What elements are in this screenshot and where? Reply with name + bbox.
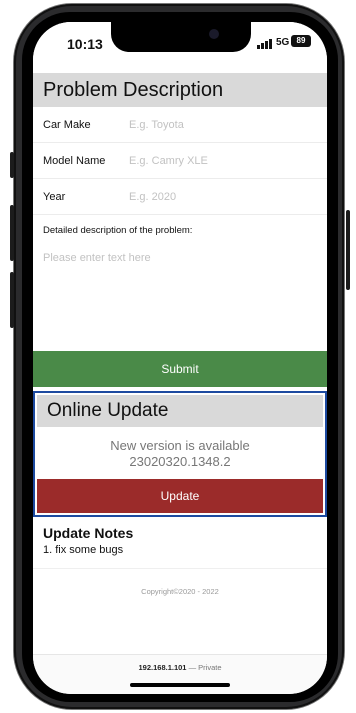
year-row: Year [33,179,327,215]
update-message: New version is available 23020320.1348.2 [37,427,323,479]
model-name-input[interactable] [129,154,327,167]
description-label: Detailed description of the problem: [43,225,193,236]
status-bar: 10:13 5G 89 [33,22,327,70]
description-textarea[interactable] [33,248,327,345]
copyright-text: Copyright©2020 - 2022 [141,587,219,596]
signal-icon [257,39,272,49]
problem-description-header: Problem Description [33,73,327,107]
page-content: Problem Description Car Make Model Name … [33,73,327,596]
browser-address-bar[interactable]: 192.168.1.101 — Private [33,654,327,694]
update-button[interactable]: Update [37,479,323,513]
model-name-label: Model Name [43,154,106,167]
address-privacy: — Private [188,663,222,672]
status-time: 10:13 [67,36,103,52]
online-update-header: Online Update [37,395,323,427]
dynamic-notch [111,22,251,52]
address-host: 192.168.1.101 [138,663,187,672]
volume-up-button [10,205,14,261]
power-button [346,210,350,290]
car-make-row: Car Make [33,107,327,143]
volume-down-button [10,272,14,328]
update-note-item: 1. fix some bugs [33,544,327,569]
car-make-input[interactable] [129,118,327,131]
update-available-text: New version is available [110,438,250,453]
online-update-panel: Online Update New version is available 2… [33,391,327,517]
home-indicator[interactable] [130,683,230,687]
update-version-text: 23020320.1348.2 [129,454,231,469]
year-input[interactable] [129,190,327,203]
year-label: Year [43,190,66,203]
screen: 10:13 5G 89 Problem Description Car Make… [33,22,327,694]
submit-button[interactable]: Submit [33,351,327,387]
battery-icon: 89 [291,35,311,47]
model-name-row: Model Name [33,143,327,179]
mute-switch [10,152,14,178]
car-make-label: Car Make [43,118,91,131]
front-camera-icon [209,29,219,39]
update-notes-title: Update Notes [43,525,134,541]
network-type: 5G [276,37,290,48]
